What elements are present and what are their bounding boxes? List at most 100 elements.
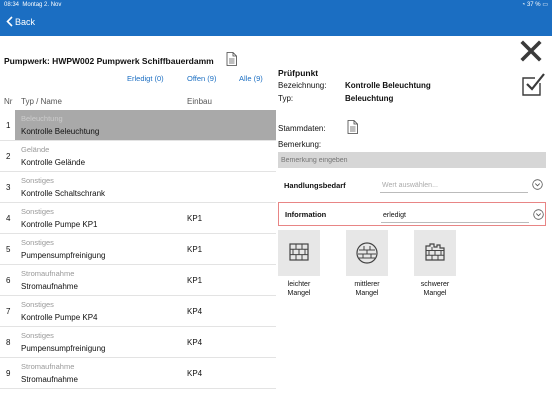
row-name: Kontrolle Gelände xyxy=(21,158,86,167)
row-name: Pumpensumpfreinigung xyxy=(21,344,106,353)
row-category: Gelände xyxy=(21,145,50,154)
row-einbau: KP4 xyxy=(187,307,203,316)
leichter-mangel-button[interactable] xyxy=(278,230,320,276)
status-date: Montag 2. Nov xyxy=(22,2,62,8)
table-row[interactable]: 8 Sonstiges Pumpensumpfreinigung KP4 xyxy=(0,327,276,358)
row-category: Stromaufnahme xyxy=(21,362,75,371)
row-einbau: KP1 xyxy=(187,245,203,254)
table-row[interactable]: 3 Sonstiges Kontrolle Schaltschrank xyxy=(0,172,276,203)
stammdaten-document-icon[interactable] xyxy=(347,120,358,139)
status-battery: ◔ 37 % ▭ xyxy=(522,0,548,10)
leichter-mangel-option[interactable]: leichter Mangel xyxy=(278,230,320,298)
bemerkung-input[interactable] xyxy=(278,152,546,168)
filter-erledigt[interactable]: Erledigt (0) xyxy=(127,74,164,83)
row-category: Sonstiges xyxy=(21,331,54,340)
filter-alle[interactable]: Alle (9) xyxy=(239,74,263,83)
table-row[interactable]: 6 Stromaufnahme Stromaufnahme KP1 xyxy=(0,265,276,296)
row-category: Stromaufnahme xyxy=(21,269,75,278)
mangel-label-line2: Mangel xyxy=(355,290,379,297)
row-name: Kontrolle Pumpe KP1 xyxy=(21,220,98,229)
round-brick-icon xyxy=(356,242,378,264)
row-number: 1 xyxy=(6,121,11,130)
handlungsbedarf-field[interactable]: Handlungsbedarf Wert auswählen... xyxy=(278,173,546,197)
close-button[interactable] xyxy=(520,40,542,67)
row-number: 4 xyxy=(6,214,11,223)
typ-value: Beleuchtung xyxy=(345,94,394,103)
information-select[interactable]: erledigt xyxy=(383,212,406,219)
handlungsbedarf-label: Handlungsbedarf xyxy=(284,181,346,190)
table-header: Nr Typ / Name Einbau xyxy=(0,96,276,108)
battery-icon: ▭ xyxy=(542,2,548,8)
table-row[interactable]: 2 Gelände Kontrolle Gelände xyxy=(0,141,276,172)
bezeichnung-value: Kontrolle Beleuchtung xyxy=(345,81,431,90)
table-row[interactable]: 9 Stromaufnahme Stromaufnahme KP4 xyxy=(0,358,276,389)
row-number: 2 xyxy=(6,152,11,161)
column-header-nr: Nr xyxy=(4,97,13,106)
row-number: 3 xyxy=(6,183,11,192)
back-button[interactable]: Back xyxy=(6,16,35,27)
row-category: Sonstiges xyxy=(21,207,54,216)
select-underline xyxy=(380,192,528,193)
chevron-down-circle-icon[interactable] xyxy=(532,179,543,190)
row-number: 6 xyxy=(6,276,11,285)
section-title: Prüfpunkt xyxy=(278,68,319,78)
row-category: Sonstiges xyxy=(21,300,54,309)
select-underline xyxy=(381,222,529,223)
row-category: Sonstiges xyxy=(21,176,54,185)
status-time: 08:34 xyxy=(4,2,20,8)
broken-wall-icon xyxy=(425,243,445,261)
battery-percent: 37 % xyxy=(526,2,541,8)
document-icon[interactable] xyxy=(226,52,237,71)
checkbox-checked-icon xyxy=(522,73,545,96)
row-einbau: KP4 xyxy=(187,369,203,378)
chevron-down-circle-icon[interactable] xyxy=(533,209,544,220)
table-row[interactable]: 7 Sonstiges Kontrolle Pumpe KP4 KP4 xyxy=(0,296,276,327)
row-name: Stromaufnahme xyxy=(21,282,78,291)
row-einbau: KP1 xyxy=(187,214,203,223)
row-category: Beleuchtung xyxy=(21,114,63,123)
stammdaten-label: Stammdaten: xyxy=(278,124,326,133)
mangel-label: schwerer Mangel xyxy=(411,280,459,298)
row-number: 8 xyxy=(6,338,11,347)
detail-pane: Prüfpunkt Bezeichnung: Kontrolle Beleuch… xyxy=(276,36,552,414)
status-bar: 08:34 Montag 2. Nov ◔ 37 % ▭ xyxy=(0,0,552,10)
filter-offen[interactable]: Offen (9) xyxy=(187,74,216,83)
row-name: Kontrolle Pumpe KP4 xyxy=(21,313,98,322)
row-number: 7 xyxy=(6,307,11,316)
column-header-einbau: Einbau xyxy=(187,97,212,106)
confirm-button[interactable] xyxy=(520,72,546,103)
brick-wall-icon xyxy=(289,243,309,261)
mangel-label-line2: Mangel xyxy=(423,290,447,297)
mittlerer-mangel-button[interactable] xyxy=(346,230,388,276)
bemerkung-label: Bemerkung: xyxy=(278,140,322,149)
column-header-type-name: Typ / Name xyxy=(21,97,62,106)
mangel-label-line1: mittlerer xyxy=(354,281,380,288)
schwerer-mangel-button[interactable] xyxy=(414,230,456,276)
chevron-left-icon xyxy=(6,16,13,27)
row-name: Pumpensumpfreinigung xyxy=(21,251,106,260)
wifi-icon: ◔ xyxy=(521,2,526,8)
bezeichnung-label: Bezeichnung: xyxy=(278,81,327,90)
nav-bar: Back xyxy=(0,10,552,36)
table-row[interactable]: 5 Sonstiges Pumpensumpfreinigung KP1 xyxy=(0,234,276,265)
table-row[interactable]: 4 Sonstiges Kontrolle Pumpe KP1 KP1 xyxy=(0,203,276,234)
mangel-label-line1: schwerer xyxy=(420,281,450,288)
row-name: Stromaufnahme xyxy=(21,375,78,384)
schwerer-mangel-option[interactable]: schwerer Mangel xyxy=(414,230,456,298)
mangel-label-line2: Mangel xyxy=(287,290,311,297)
typ-label: Typ: xyxy=(278,94,294,103)
mittlerer-mangel-option[interactable]: mittlerer Mangel xyxy=(346,230,388,298)
row-number: 5 xyxy=(6,245,11,254)
handlungsbedarf-select[interactable]: Wert auswählen... xyxy=(382,182,438,189)
information-field[interactable]: Information erledigt xyxy=(278,202,546,226)
back-label: Back xyxy=(15,16,36,27)
row-einbau: KP4 xyxy=(187,338,203,347)
row-einbau: KP1 xyxy=(187,276,203,285)
table-row[interactable]: 1 Beleuchtung Kontrolle Beleuchtung xyxy=(0,110,276,141)
row-number: 9 xyxy=(6,369,11,378)
mangel-label: leichter Mangel xyxy=(275,280,323,298)
checklist-pane: Pumpwerk: HWPW002 Pumpwerk Schiffbauerda… xyxy=(0,36,276,414)
row-category: Sonstiges xyxy=(21,238,54,247)
mangel-label-line1: leichter xyxy=(287,281,311,288)
page-title: Pumpwerk: HWPW002 Pumpwerk Schiffbauerda… xyxy=(4,56,214,66)
